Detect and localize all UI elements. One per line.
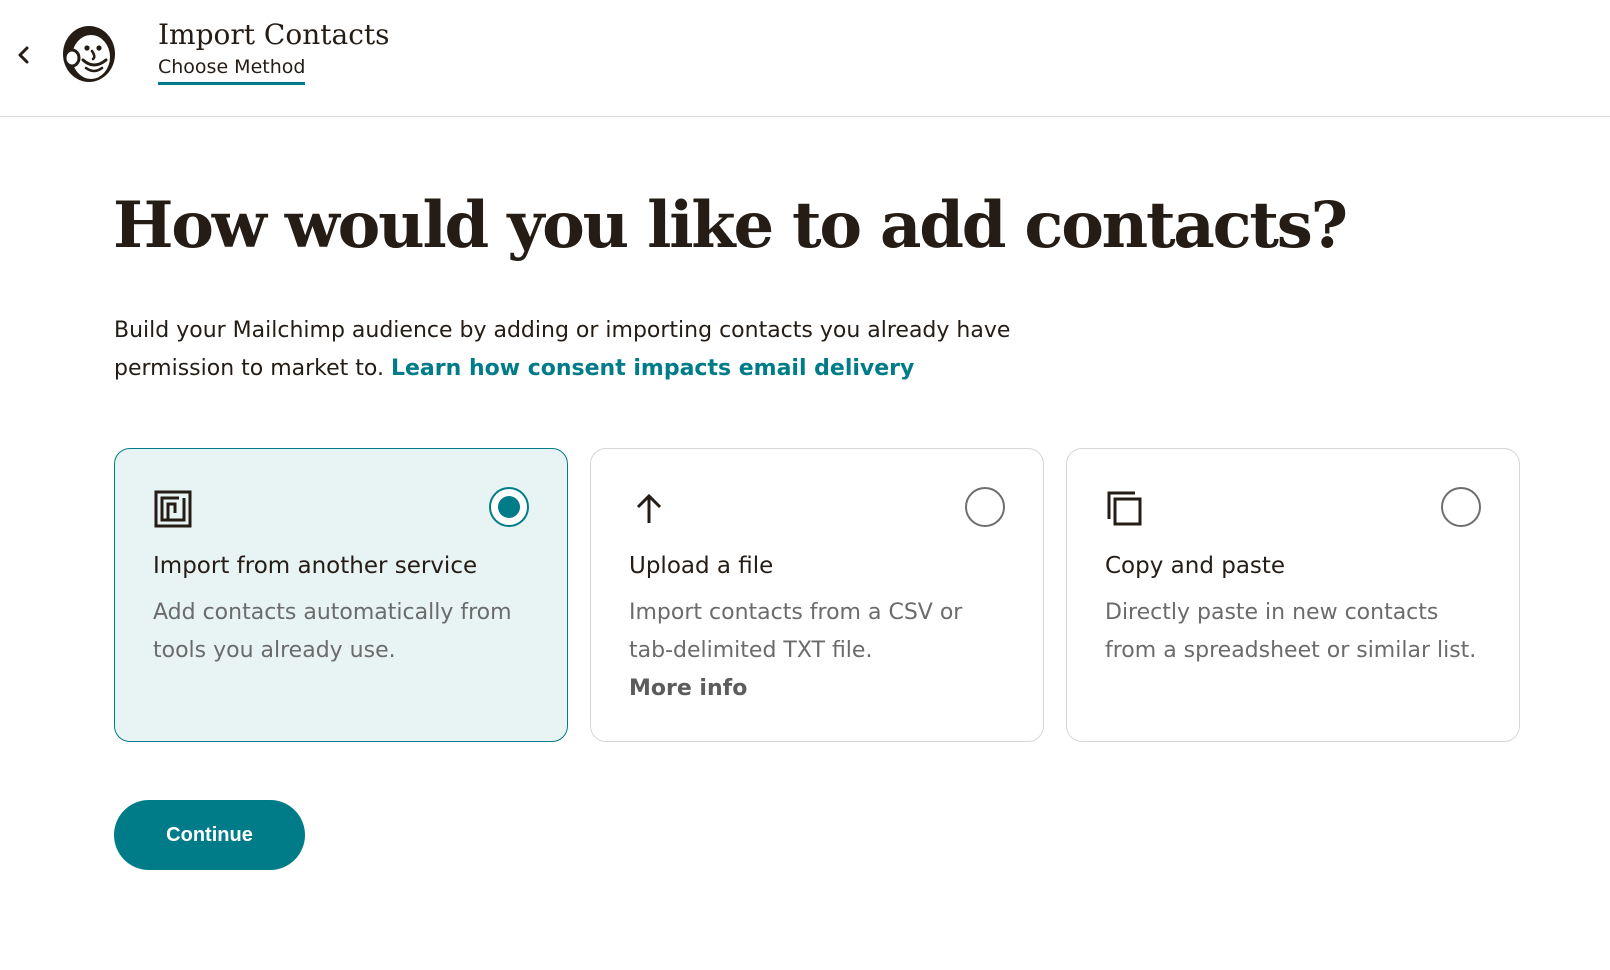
consent-help-link[interactable]: Learn how consent impacts email delivery [391, 356, 914, 381]
integration-icon [154, 490, 192, 528]
copy-icon [1107, 491, 1142, 526]
main-heading: How would you like to add contacts? [113, 188, 1348, 263]
step-tab-choose-method[interactable]: Choose Method [158, 56, 306, 85]
chevron-left-icon [18, 46, 29, 64]
option-description: Directly paste in new contacts from a sp… [1105, 600, 1477, 663]
title-block: Import Contacts Choose Method [158, 18, 390, 85]
intro-paragraph: Build your Mailchimp audience by adding … [114, 312, 1044, 388]
upload-arrow-icon [636, 493, 662, 523]
option-title: Import from another service [153, 553, 478, 579]
page-title: Import Contacts [158, 18, 390, 51]
mailchimp-logo[interactable] [56, 22, 120, 86]
continue-button[interactable]: Continue [114, 800, 305, 870]
top-bar: Import Contacts Choose Method [0, 0, 1610, 117]
radio-copy-paste[interactable] [1441, 487, 1481, 527]
radio-upload-file[interactable] [965, 487, 1005, 527]
option-description: Import contacts from a CSV or tab-delimi… [629, 594, 1009, 708]
option-title: Copy and paste [1105, 553, 1286, 579]
option-title: Upload a file [629, 553, 774, 579]
option-copy-paste[interactable]: Copy and paste Directly paste in new con… [1066, 448, 1520, 742]
option-import-from-service[interactable]: Import from another service Add contacts… [114, 448, 568, 742]
more-info-link[interactable]: More info [629, 670, 1009, 708]
option-description-text: Import contacts from a CSV or tab-delimi… [629, 600, 963, 663]
option-description: Add contacts automatically from tools yo… [153, 600, 512, 663]
radio-import-from-service[interactable] [489, 487, 529, 527]
option-upload-file[interactable]: Upload a file Import contacts from a CSV… [590, 448, 1044, 742]
back-button[interactable] [14, 40, 34, 70]
